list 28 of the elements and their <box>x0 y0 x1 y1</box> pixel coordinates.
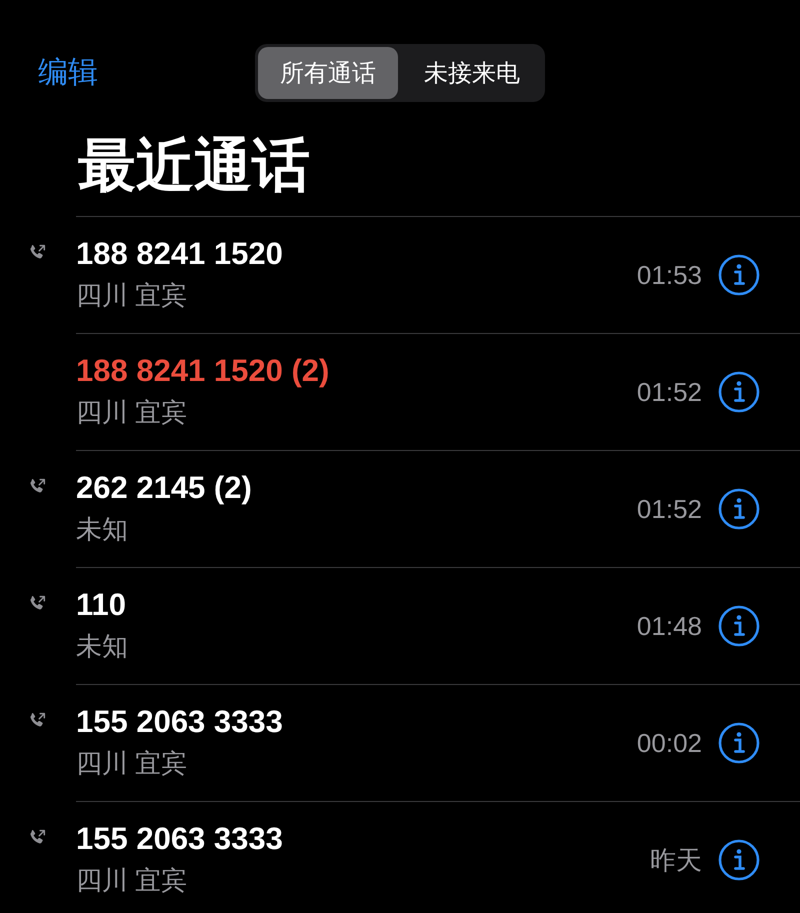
call-time: 01:48 <box>636 610 702 642</box>
call-location: 四川 宜宾 <box>76 864 188 897</box>
phone-number: 188 8241 1520 <box>76 235 284 273</box>
page-title: 最近通话 <box>78 132 311 200</box>
info-icon[interactable] <box>718 488 760 530</box>
call-time: 01:52 <box>636 494 702 524</box>
call-location: 四川 宜宾 <box>76 279 188 312</box>
call-time: 01:53 <box>636 260 702 290</box>
phone-number: 155 2063 3333 <box>76 820 284 858</box>
phone-number: 262 2145 (2) <box>76 469 253 507</box>
edit-button[interactable]: 编辑 <box>38 52 98 93</box>
phone-number: 188 8241 1520 (2) <box>76 352 330 390</box>
segment-tab[interactable]: 所有通话 <box>258 47 398 99</box>
info-icon[interactable] <box>718 254 760 296</box>
phone-number: 110 <box>76 586 128 624</box>
phone-number: 155 2063 3333 <box>76 703 284 741</box>
call-location: 四川 宜宾 <box>76 747 188 780</box>
segment-tab[interactable]: 未接来电 <box>402 47 542 99</box>
call-time: 昨天 <box>650 844 702 876</box>
call-time: 01:52 <box>636 376 702 408</box>
info-icon[interactable] <box>718 371 760 413</box>
info-icon[interactable] <box>718 605 760 647</box>
call-location: 未知 <box>76 630 129 663</box>
info-icon[interactable] <box>718 722 760 764</box>
info-icon[interactable] <box>718 839 760 881</box>
call-location: 四川 宜宾 <box>76 396 188 429</box>
call-time: 00:02 <box>636 728 702 758</box>
call-location: 未知 <box>76 513 129 546</box>
